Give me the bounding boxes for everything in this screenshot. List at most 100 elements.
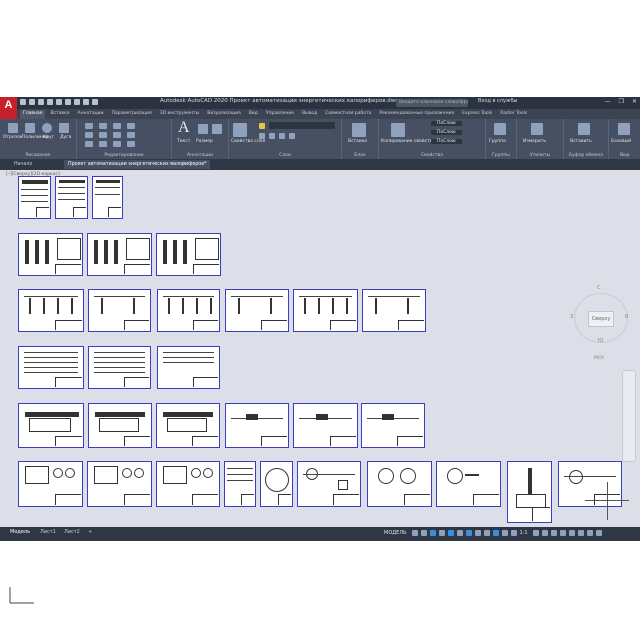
grid-icon[interactable] xyxy=(411,530,418,536)
maximize-button[interactable]: ❐ xyxy=(619,98,624,105)
drawing-sheet[interactable] xyxy=(18,346,84,389)
drawing-sheet[interactable] xyxy=(92,176,123,219)
drawing-sheet[interactable] xyxy=(18,176,51,219)
table-icon[interactable] xyxy=(212,124,222,134)
add-layout-button[interactable]: + xyxy=(88,529,92,535)
explode-icon[interactable] xyxy=(127,132,135,138)
model-space-toggle[interactable]: МОДЕЛЬ xyxy=(384,530,407,536)
redo-icon[interactable] xyxy=(83,99,89,105)
drawing-sheet[interactable] xyxy=(88,346,151,389)
insert-block-icon[interactable] xyxy=(352,123,366,137)
drawing-sheet[interactable] xyxy=(293,289,358,332)
web-open-icon[interactable] xyxy=(56,99,62,105)
transparency-icon[interactable] xyxy=(483,530,490,536)
layer-lock-icon[interactable] xyxy=(289,133,295,139)
fillet-icon[interactable] xyxy=(113,132,121,138)
linetype-dropdown[interactable]: ПоСлою xyxy=(431,130,462,135)
compass-east[interactable]: В xyxy=(625,314,628,320)
layout-tab-model[interactable]: Модель xyxy=(10,529,30,535)
close-button[interactable]: ✕ xyxy=(632,98,637,105)
compass-north[interactable]: С xyxy=(597,285,601,291)
paste-icon[interactable] xyxy=(578,123,590,135)
new-tab-icon[interactable]: + xyxy=(178,160,190,169)
add-icon[interactable] xyxy=(541,530,548,536)
hardware-acceleration-icon[interactable] xyxy=(577,530,584,536)
drawing-sheet[interactable] xyxy=(507,461,552,523)
workspace-gear-icon[interactable] xyxy=(532,530,539,536)
minimize-button[interactable]: — xyxy=(605,98,611,105)
arc-button[interactable]: Дуга xyxy=(60,135,71,140)
tab-annotate[interactable]: Аннотации xyxy=(75,110,107,119)
compass-west[interactable]: З xyxy=(570,314,573,320)
annotation-scale-icon[interactable] xyxy=(510,530,517,536)
layer-properties-button[interactable]: Свойства слоя xyxy=(231,139,265,144)
share-icon[interactable] xyxy=(92,99,98,105)
lineweight-dropdown[interactable]: ПоСлою xyxy=(431,139,462,144)
group-label-utilities[interactable]: Утилиты xyxy=(517,153,563,158)
drawing-sheet[interactable] xyxy=(260,461,293,507)
drawing-sheet[interactable] xyxy=(88,403,152,448)
search-input[interactable]: Введите ключевое слово/фразу xyxy=(396,99,468,107)
tab-featured-apps[interactable]: Рекомендованные приложения xyxy=(376,110,457,119)
match-properties-button[interactable]: Копирование свойств xyxy=(381,139,432,144)
ortho-icon[interactable] xyxy=(429,530,436,536)
offset-icon[interactable] xyxy=(127,141,135,147)
annotation-visibility-icon[interactable] xyxy=(501,530,508,536)
group-icon[interactable] xyxy=(494,123,506,135)
save-as-icon[interactable] xyxy=(47,99,53,105)
drawing-sheet[interactable] xyxy=(18,233,83,276)
tab-3d-tools[interactable]: 3D инструменты xyxy=(157,110,203,119)
save-icon[interactable] xyxy=(38,99,44,105)
viewcube[interactable]: С З В Ю Сверху xyxy=(570,283,630,347)
tab-insert[interactable]: Вставка xyxy=(47,110,72,119)
erase-icon[interactable] xyxy=(127,123,135,129)
base-view-button[interactable]: Базовый xyxy=(611,139,631,144)
paste-button[interactable]: Вставить xyxy=(570,139,592,144)
quick-properties-icon[interactable] xyxy=(559,530,566,536)
group-label-modify[interactable]: Редактирование xyxy=(77,153,171,158)
customization-menu-icon[interactable] xyxy=(595,530,602,536)
circle-button[interactable]: Круг xyxy=(43,135,54,140)
tab-manage[interactable]: Управление xyxy=(263,110,297,119)
group-label-properties[interactable]: Свойства xyxy=(379,153,485,158)
scale-icon[interactable] xyxy=(99,141,107,147)
compass-south[interactable]: Ю xyxy=(598,338,603,344)
drawing-sheet[interactable] xyxy=(293,403,358,448)
dimension-button[interactable]: Размер xyxy=(196,139,213,144)
group-label-block[interactable]: Блок xyxy=(342,153,378,158)
object-snap-icon[interactable] xyxy=(465,530,472,536)
layer-dropdown[interactable] xyxy=(269,122,335,129)
layout-tab-sheet2[interactable]: Лист2 xyxy=(64,529,80,535)
drawing-sheet[interactable] xyxy=(362,289,426,332)
drawing-sheet[interactable] xyxy=(224,461,256,507)
lineweight-icon[interactable] xyxy=(474,530,481,536)
group-label-groups[interactable]: Группы xyxy=(486,153,516,158)
polar-icon[interactable] xyxy=(438,530,445,536)
drawing-sheet[interactable] xyxy=(18,461,83,507)
stretch-icon[interactable] xyxy=(85,141,93,147)
drawing-sheet[interactable] xyxy=(156,233,221,276)
layer-properties-icon[interactable] xyxy=(233,123,247,137)
drawing-canvas[interactable]: [–][Сверху][2D-каркас] С З В Ю Сверху МС… xyxy=(0,170,640,604)
snap-icon[interactable] xyxy=(420,530,427,536)
measure-icon[interactable] xyxy=(531,123,543,135)
drawing-sheet[interactable] xyxy=(18,289,84,332)
group-button[interactable]: Группа xyxy=(489,139,506,144)
group-label-annotation[interactable]: Аннотации xyxy=(172,153,228,158)
arc-icon[interactable] xyxy=(59,123,69,133)
tab-visualize[interactable]: Визуализация xyxy=(204,110,243,119)
drawing-sheet[interactable] xyxy=(367,461,432,507)
dimension-icon[interactable] xyxy=(198,124,208,134)
layer-freeze-icon[interactable] xyxy=(279,133,285,139)
line-button[interactable]: Отрезок xyxy=(3,135,23,140)
tab-raster-tools[interactable]: Raster Tools xyxy=(497,110,530,119)
layer-isolate-icon[interactable] xyxy=(269,133,275,139)
tab-home[interactable]: Главная xyxy=(20,110,46,119)
color-dropdown[interactable]: ПоСлою xyxy=(431,121,462,126)
group-label-clipboard[interactable]: Буфер обмена xyxy=(564,153,608,158)
polyline-icon[interactable] xyxy=(25,123,35,133)
layout-tab-sheet1[interactable]: Лист1 xyxy=(40,529,56,535)
navigation-bar[interactable] xyxy=(622,370,636,462)
drawing-sheet[interactable] xyxy=(436,461,501,507)
text-button[interactable]: Текст xyxy=(177,139,190,144)
